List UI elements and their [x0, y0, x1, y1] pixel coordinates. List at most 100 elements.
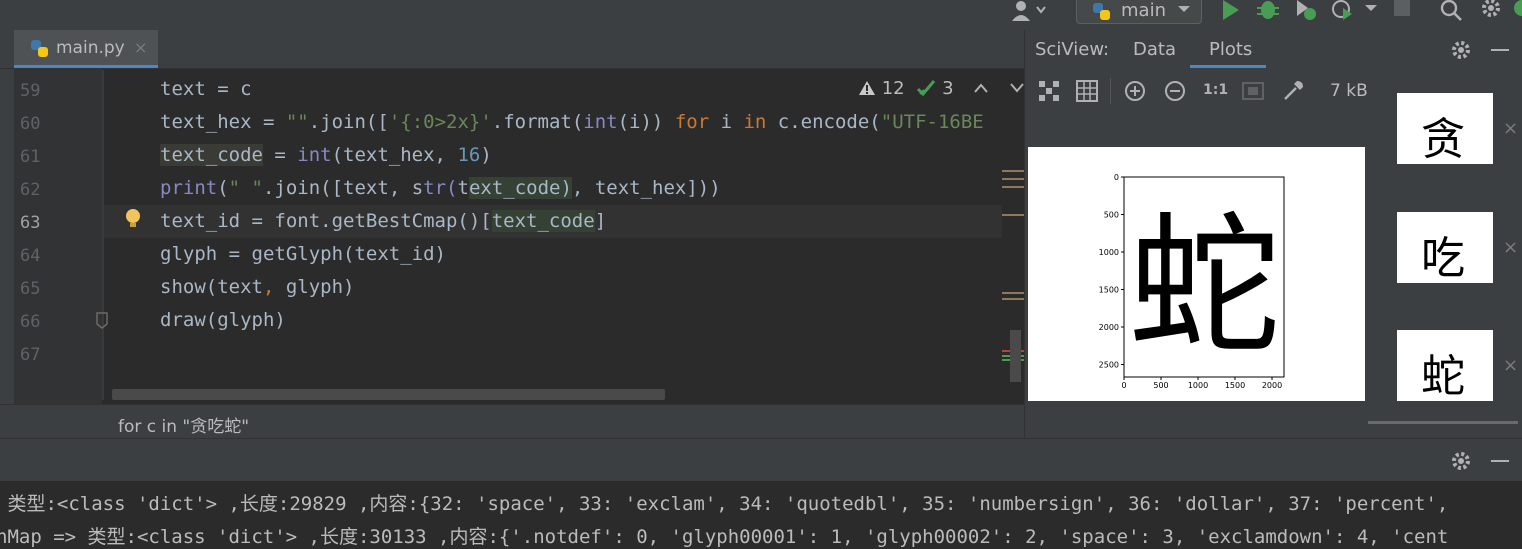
horizontal-scrollbar[interactable]: [112, 389, 665, 400]
debug-icon[interactable]: [1256, 0, 1280, 22]
left-tool-strip: [0, 69, 14, 404]
code-line-64[interactable]: glyph = getGlyph(text_id): [160, 243, 446, 265]
y-ticks: 0 500 1000 1500 2000 2500: [1099, 173, 1124, 370]
run-config-label: main: [1121, 0, 1166, 21]
scroll-mark: [1002, 186, 1024, 188]
code-line-60[interactable]: text_hex = "".join(['{:0>2x}'.format(int…: [160, 111, 1024, 133]
search-icon[interactable]: [1440, 0, 1462, 22]
close-thumbnail-icon[interactable]: ×: [1503, 118, 1518, 139]
user-icon[interactable]: [1010, 1, 1046, 23]
x-tick-label: 1000: [1188, 381, 1208, 390]
run-icon[interactable]: [1219, 0, 1241, 22]
scroll-mark: [1002, 170, 1024, 172]
code-line-66[interactable]: draw(glyph): [160, 309, 286, 331]
fit-icon[interactable]: [1038, 80, 1060, 102]
tab-data[interactable]: Data: [1133, 39, 1176, 60]
console-line: 类型:<class 'dict'> ,长度:29829 ,内容:{32: 'sp…: [0, 493, 1449, 515]
settings-icon[interactable]: [1450, 450, 1470, 470]
x-tick-label: 500: [1153, 381, 1168, 390]
indent-guide: [102, 70, 104, 400]
grid-icon[interactable]: [1076, 80, 1098, 102]
chevron-down-icon[interactable]: [1364, 4, 1378, 14]
tab-main-py[interactable]: main.py ×: [14, 30, 158, 68]
lightbulb-icon[interactable]: [123, 207, 143, 231]
line-number: 65: [20, 279, 41, 299]
run-with-coverage-icon[interactable]: [1294, 0, 1318, 22]
line-number: 66: [20, 312, 41, 332]
check-icon: [917, 80, 936, 97]
line-number: 61: [20, 147, 41, 167]
scroll-mark: [1002, 298, 1024, 300]
actual-size-button[interactable]: 1:1: [1203, 82, 1228, 98]
close-thumbnail-icon[interactable]: ×: [1503, 237, 1518, 258]
run-config-selector[interactable]: main: [1076, 0, 1202, 24]
zoom-in-icon[interactable]: [1124, 80, 1146, 102]
minimize-icon[interactable]: [1491, 460, 1509, 462]
update-icon[interactable]: [1512, 0, 1522, 22]
minimize-icon[interactable]: [1491, 49, 1509, 51]
y-tick-label: 2500: [1099, 361, 1119, 370]
close-thumbnail-icon[interactable]: ×: [1503, 355, 1518, 376]
breadcrumb[interactable]: for c in "贪吃蛇": [0, 404, 1024, 439]
tab-plots[interactable]: Plots: [1209, 39, 1252, 60]
x-tick-label: 0: [1121, 381, 1126, 390]
console-output[interactable]: 类型:<class 'dict'> ,长度:29829 ,内容:{32: 'sp…: [0, 481, 1522, 548]
fold-icon[interactable]: [95, 312, 109, 330]
plot-image[interactable]: 0 500 1000 1500 2000 2500 0 500 1000 1500 2000 蛇: [1028, 147, 1365, 401]
line-number: 64: [20, 246, 41, 266]
zoom-out-icon[interactable]: [1164, 80, 1186, 102]
settings-icon[interactable]: [1450, 39, 1472, 61]
ok-count: 3: [942, 78, 954, 99]
y-tick-label: 500: [1104, 211, 1119, 220]
python-icon: [1093, 3, 1110, 20]
x-tick-label: 1500: [1225, 381, 1245, 390]
fit-to-window-icon[interactable]: [1242, 80, 1264, 102]
chevron-down-icon: [1178, 6, 1190, 12]
inspection-widget[interactable]: 12 3: [858, 78, 1025, 99]
vertical-scrollbar[interactable]: [1010, 330, 1021, 382]
chevron-down-icon[interactable]: [1009, 82, 1025, 94]
run-tool-window-header: [0, 438, 1522, 481]
thumbnail-scrollbar[interactable]: [1368, 421, 1518, 424]
y-tick-label: 1000: [1099, 248, 1119, 257]
glyph-plot: 0 500 1000 1500 2000 2500 0 500 1000 1500 2000 蛇: [1099, 173, 1285, 390]
plot-thumbnail[interactable]: 贪: [1397, 93, 1493, 165]
line-number: 60: [20, 114, 41, 134]
warning-icon: [859, 81, 875, 95]
line-number: 67: [20, 345, 41, 365]
code-line-59[interactable]: text = c: [160, 78, 252, 100]
tab-label: main.py: [56, 38, 125, 58]
line-number: 62: [20, 180, 41, 200]
y-tick-label: 2000: [1099, 323, 1119, 332]
toolbar-separator: [1110, 78, 1111, 104]
plot-glyph: 蛇: [1128, 198, 1280, 375]
stop-icon[interactable]: [1394, 0, 1410, 16]
thumbnail-glyph: 吃: [1421, 233, 1465, 284]
main-toolbar: main: [0, 0, 1522, 30]
console-line: nMap => 类型:<class 'dict'> ,长度:30133 ,内容:…: [0, 526, 1449, 548]
x-ticks: 0 500 1000 1500 2000: [1121, 377, 1282, 390]
code-line-63[interactable]: text_id = font.getBestCmap()[text_code]: [160, 210, 606, 232]
close-tab-icon[interactable]: ×: [134, 38, 147, 57]
breadcrumb-item[interactable]: for c in "贪吃蛇": [118, 412, 249, 437]
profile-icon[interactable]: [1330, 0, 1358, 22]
python-file-icon: [31, 40, 48, 57]
code-line-62[interactable]: print(" ".join([text, str(text_code), te…: [160, 177, 721, 199]
code-line-65[interactable]: show(text, glyph): [160, 276, 354, 298]
settings-icon[interactable]: [1480, 0, 1502, 20]
plot-thumbnail[interactable]: 吃: [1397, 212, 1493, 284]
line-number: 63: [20, 213, 41, 233]
plot-thumbnail[interactable]: 蛇: [1397, 330, 1493, 402]
thumbnail-glyph: 蛇: [1421, 351, 1465, 402]
sciview-label: SciView:: [1035, 39, 1110, 60]
warning-count: 12: [881, 78, 905, 99]
y-tick-label: 1500: [1099, 286, 1119, 295]
scroll-mark: [1002, 214, 1024, 216]
y-tick-label: 0: [1114, 173, 1119, 182]
active-tab-indicator: [1190, 65, 1266, 68]
scroll-mark: [1002, 292, 1024, 294]
code-line-61[interactable]: text_code = int(text_hex, 16): [160, 144, 492, 166]
scroll-mark: [1002, 178, 1024, 180]
chevron-up-icon[interactable]: [973, 82, 989, 94]
color-picker-icon[interactable]: [1282, 80, 1304, 102]
